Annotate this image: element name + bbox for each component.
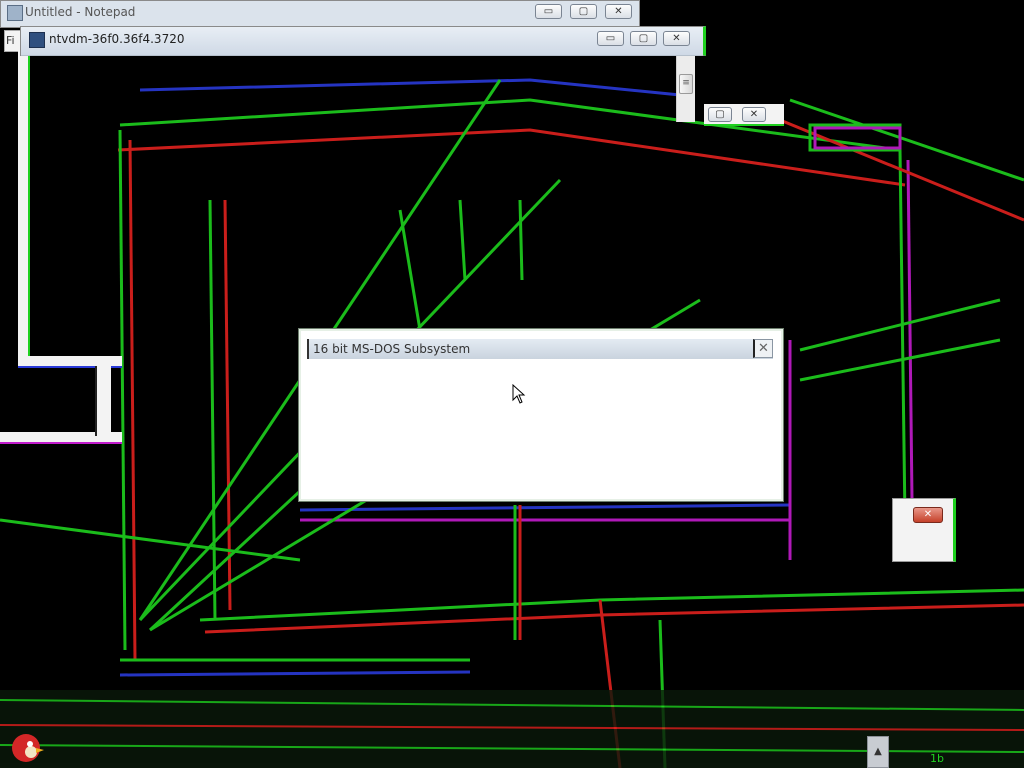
- ntvdm-minimize-button[interactable]: ▭: [597, 31, 624, 46]
- ntvdm-close-button[interactable]: ✕: [663, 31, 690, 46]
- dialog-close-button[interactable]: ✕: [753, 339, 773, 358]
- window-frame-fragment: [95, 366, 111, 436]
- ghost-close-button[interactable]: ✕: [742, 107, 766, 122]
- ghost-window-fragment[interactable]: ▢ ✕: [704, 104, 784, 126]
- ntvdm-title: ntvdm-36f0.36f4.3720: [49, 32, 185, 46]
- ntvdm-scroll-thumb[interactable]: ≡: [679, 74, 693, 94]
- dialog-title: 16 bit MS-DOS Subsystem: [307, 339, 773, 359]
- ntvdm-app-icon: [29, 32, 45, 48]
- ntvdm-titlebar[interactable]: ntvdm-36f0.36f4.3720 ▭ ▢ ✕: [21, 27, 703, 56]
- notepad-menu-label: Fi: [6, 34, 15, 47]
- ntvdm-scrollbar[interactable]: ≡: [676, 56, 695, 122]
- ghost-maximize-button[interactable]: ▢: [708, 107, 732, 122]
- notepad-window[interactable]: Untitled - Notepad ▭ ▢ ✕: [0, 0, 640, 28]
- notepad-close-button[interactable]: ✕: [605, 4, 632, 19]
- msdos-subsystem-dialog[interactable]: 16 bit MS-DOS Subsystem ✕: [298, 328, 784, 502]
- window-frame-fragment: [18, 48, 30, 358]
- notepad-maximize-button[interactable]: ▢: [570, 4, 597, 19]
- notepad-minimize-button[interactable]: ▭: [535, 4, 562, 19]
- show-hidden-icons-button[interactable]: ▲: [867, 736, 889, 768]
- notepad-app-icon: [7, 5, 23, 21]
- tray-text: 1b: [930, 752, 944, 765]
- ntvdm-maximize-button[interactable]: ▢: [630, 31, 657, 46]
- ntvdm-window[interactable]: ntvdm-36f0.36f4.3720 ▭ ▢ ✕: [20, 26, 706, 56]
- mouse-cursor-icon: [512, 384, 526, 404]
- small-popup-window[interactable]: ✕: [892, 498, 956, 562]
- notepad-title: Untitled - Notepad: [25, 5, 136, 19]
- popup-close-button[interactable]: ✕: [913, 507, 943, 523]
